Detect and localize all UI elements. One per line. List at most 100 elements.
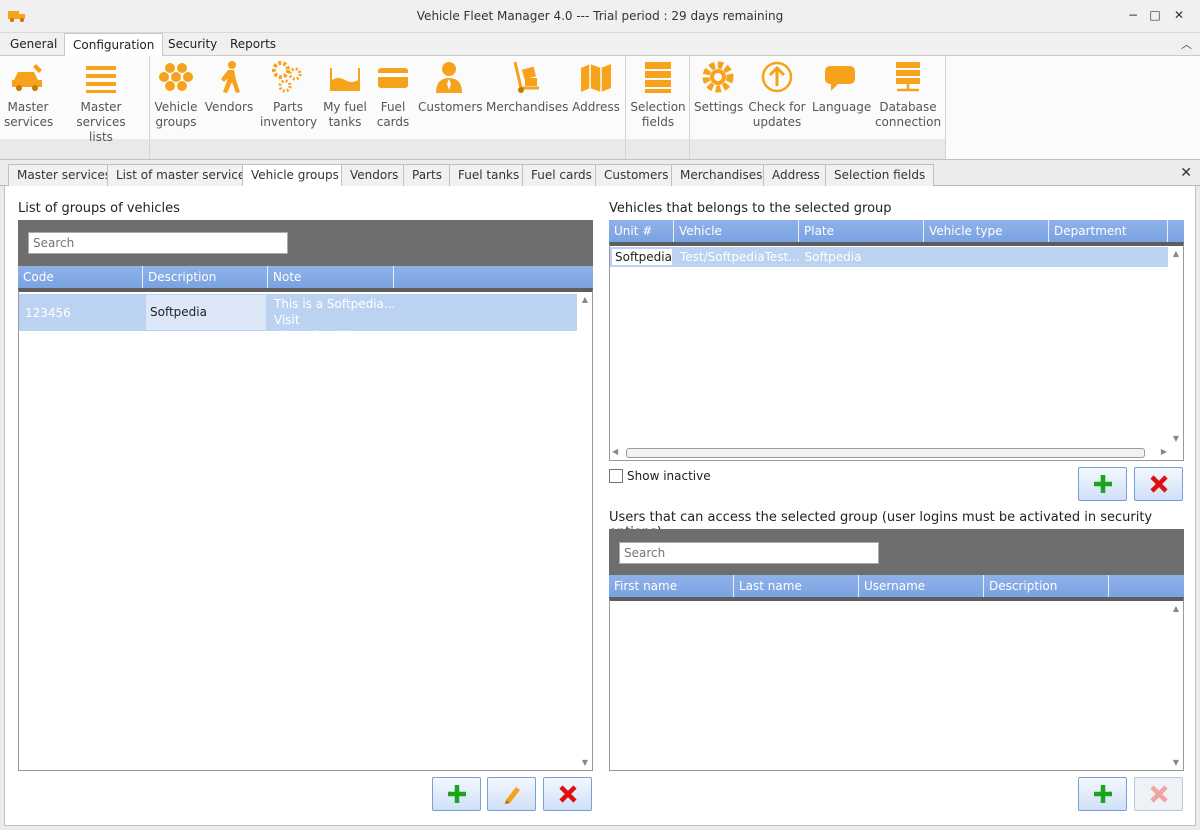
menu-tab-security[interactable]: Security <box>160 33 225 56</box>
master-services-button[interactable]: Master services <box>4 60 53 130</box>
scroll-down-icon[interactable]: ▼ <box>1169 434 1183 443</box>
document-tabs: Master services List of master services … <box>0 160 1200 187</box>
tab-merchandises[interactable]: Merchandises <box>671 164 772 186</box>
tab-vendors[interactable]: Vendors <box>341 164 408 186</box>
parts-inventory-button[interactable]: Parts inventory <box>260 60 317 130</box>
groups-grid-header: Code Description Note <box>18 266 593 288</box>
x-icon <box>558 785 577 803</box>
scroll-down-icon[interactable]: ▼ <box>578 758 592 767</box>
vehicles-vertical-scrollbar[interactable]: ▲ ▼ <box>1169 246 1183 446</box>
pencil-icon <box>504 787 520 804</box>
cell-note: This is a Softpedia... Visit win.softped… <box>274 297 396 343</box>
tab-selection-fields[interactable]: Selection fields <box>825 164 935 186</box>
tab-list-of-master-services[interactable]: List of master services <box>107 164 261 186</box>
scroll-up-icon[interactable]: ▲ <box>578 295 592 304</box>
merchandises-button[interactable]: Merchandises <box>486 60 568 115</box>
edit-group-button[interactable] <box>487 777 536 811</box>
column-code[interactable]: Code <box>18 266 143 288</box>
delete-group-button[interactable] <box>543 777 592 811</box>
groups-title: List of groups of vehicles <box>18 201 180 216</box>
update-arrow-icon <box>761 61 793 93</box>
tab-customers[interactable]: Customers <box>595 164 678 186</box>
users-grid-header: First name Last name Username Descriptio… <box>609 575 1184 597</box>
window-title: Vehicle Fleet Manager 4.0 --- Trial peri… <box>416 9 784 23</box>
column-last-name[interactable]: Last name <box>734 575 859 597</box>
cell-unit[interactable]: Softpedia <box>612 249 672 265</box>
close-window-button[interactable]: ✕ <box>1166 4 1192 26</box>
menu-tab-configuration[interactable]: Configuration <box>64 33 164 57</box>
customer-icon <box>436 62 462 93</box>
database-connection-button[interactable]: Database connection <box>874 60 942 130</box>
scroll-right-icon[interactable]: ▶ <box>1161 447 1167 456</box>
column-username[interactable]: Username <box>859 575 984 597</box>
table-row[interactable]: 123456 Softpedia This is a Softpedia... … <box>19 294 577 343</box>
close-tab-icon[interactable]: ✕ <box>1180 165 1192 181</box>
vehicles-horizontal-scrollbar[interactable]: ◀ ▶ <box>610 446 1169 460</box>
cell-vehicle-type <box>925 247 1049 267</box>
vendors-button[interactable]: Vendors <box>204 60 254 115</box>
tab-fuel-tanks[interactable]: Fuel tanks <box>449 164 529 186</box>
column-plate[interactable]: Plate <box>799 220 924 242</box>
users-vertical-scrollbar[interactable]: ▲ ▼ <box>1169 601 1183 770</box>
vehicles-grid-body: Softpedia Test/SoftpediaTest... Softpedi… <box>609 242 1184 461</box>
plus-icon <box>1093 475 1112 493</box>
column-department[interactable]: Department <box>1049 220 1168 242</box>
menu-bar: General Configuration Security Reports ︿ <box>0 33 1200 57</box>
customers-button[interactable]: Customers <box>418 60 483 115</box>
address-button[interactable]: Address <box>570 60 622 115</box>
column-vehicle[interactable]: Vehicle <box>674 220 799 242</box>
cell-vehicle: Test/SoftpediaTest... <box>679 250 800 264</box>
x-icon <box>1149 785 1168 803</box>
users-search-input[interactable] <box>619 542 879 564</box>
my-fuel-tanks-button[interactable]: My fuel tanks <box>322 60 368 130</box>
scroll-up-icon[interactable]: ▲ <box>1169 604 1183 613</box>
tab-address[interactable]: Address <box>763 164 829 186</box>
car-service-icon <box>12 64 42 91</box>
menu-tab-reports[interactable]: Reports <box>222 33 284 56</box>
check-for-updates-button[interactable]: Check for updates <box>746 60 808 130</box>
show-inactive-checkbox[interactable] <box>609 469 623 483</box>
title-bar: Vehicle Fleet Manager 4.0 --- Trial peri… <box>0 0 1200 33</box>
speech-bubble-icon <box>825 66 855 91</box>
vehicle-groups-button[interactable]: Vehicle groups <box>154 60 198 130</box>
column-description[interactable]: Description <box>984 575 1109 597</box>
selection-fields-icon <box>645 62 671 93</box>
column-description[interactable]: Description <box>143 266 268 288</box>
fuel-cards-button[interactable]: Fuel cards <box>372 60 414 130</box>
add-user-button[interactable] <box>1078 777 1127 811</box>
tab-fuel-cards[interactable]: Fuel cards <box>522 164 601 186</box>
x-icon <box>1149 475 1168 493</box>
master-services-lists-button[interactable]: Master services lists <box>58 60 144 145</box>
tab-parts[interactable]: Parts <box>403 164 451 186</box>
column-first-name[interactable]: First name <box>609 575 734 597</box>
selection-fields-button[interactable]: Selection fields <box>630 60 686 130</box>
column-note[interactable]: Note <box>268 266 394 288</box>
scroll-down-icon[interactable]: ▼ <box>1169 758 1183 767</box>
table-row[interactable]: Softpedia Test/SoftpediaTest... Softpedi… <box>610 247 1168 267</box>
language-button[interactable]: Language <box>812 60 871 115</box>
map-icon <box>581 64 611 92</box>
chevron-up-icon[interactable]: ︿ <box>1181 36 1192 52</box>
fuel-tank-icon <box>330 68 360 91</box>
groups-search-bar <box>18 220 593 266</box>
column-unit[interactable]: Unit # <box>609 220 674 242</box>
scroll-left-icon[interactable]: ◀ <box>612 447 618 456</box>
users-search-bar <box>609 529 1184 575</box>
menu-tab-general[interactable]: General <box>2 33 65 56</box>
settings-button[interactable]: Settings <box>694 60 743 115</box>
cell-description[interactable]: Softpedia <box>146 295 266 330</box>
tab-vehicle-groups[interactable]: Vehicle groups <box>242 164 348 187</box>
scroll-up-icon[interactable]: ▲ <box>1169 249 1183 258</box>
remove-user-button[interactable] <box>1134 777 1183 811</box>
column-vehicle-type[interactable]: Vehicle type <box>924 220 1049 242</box>
remove-vehicle-button[interactable] <box>1134 467 1183 501</box>
add-vehicle-button[interactable] <box>1078 467 1127 501</box>
add-group-button[interactable] <box>432 777 481 811</box>
groups-search-input[interactable] <box>28 232 288 254</box>
tab-master-services[interactable]: Master services <box>8 164 121 186</box>
horizontal-scroll-thumb[interactable] <box>626 448 1145 458</box>
maximize-button[interactable]: □ <box>1142 4 1168 26</box>
list-icon <box>86 66 116 93</box>
groups-vertical-scrollbar[interactable]: ▲ ▼ <box>578 292 592 770</box>
hexagon-group-icon <box>159 63 193 91</box>
